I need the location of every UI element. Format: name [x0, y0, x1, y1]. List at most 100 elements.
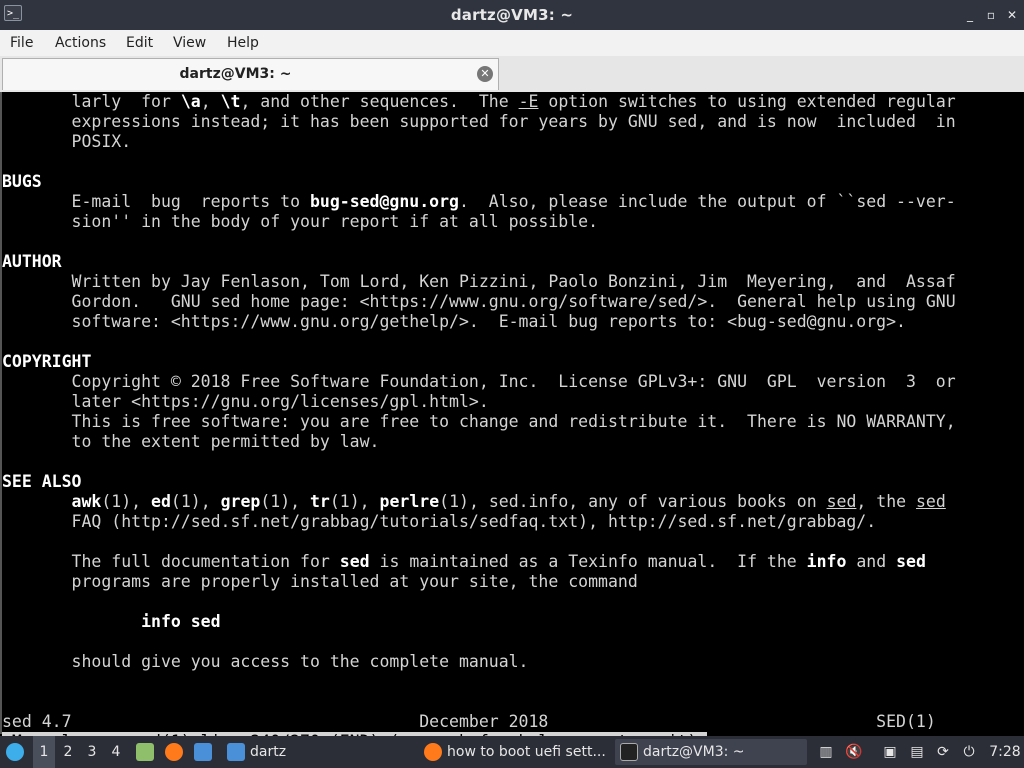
terminal-text: (1),: [101, 492, 152, 511]
menu-view[interactable]: View: [173, 30, 206, 56]
terminal-text: AUTHOR: [2, 252, 62, 271]
desktop-icon[interactable]: [194, 743, 212, 761]
terminal-line: to the extent permitted by law.: [2, 432, 380, 452]
taskbar: 1 2 3 4 dartz how to boot uefi sett... d…: [0, 736, 1024, 768]
terminal-text: info: [806, 552, 847, 571]
firefox-launcher-icon[interactable]: [165, 743, 183, 761]
terminal-line: BUGS: [2, 172, 42, 192]
terminal-text: sed: [896, 552, 926, 571]
tab-close-icon[interactable]: ✕: [477, 66, 493, 82]
terminal-line: programs are properly installed at your …: [2, 572, 638, 592]
clipboard-icon[interactable]: ▥: [817, 743, 835, 761]
terminal-line: POSIX.: [2, 132, 132, 152]
terminal-line: Gordon. GNU sed home page: <https://www.…: [2, 292, 956, 312]
terminal-text: sed: [916, 492, 946, 511]
terminal-line: sed 4.7 December 2018 SED(1): [2, 712, 936, 732]
volume-muted-icon[interactable]: 🔇: [845, 743, 863, 761]
terminal-line: Written by Jay Fenlason, Tom Lord, Ken P…: [2, 272, 956, 292]
terminal-text: Gordon. GNU sed home page: <https://www.…: [2, 292, 956, 311]
terminal-text: (1),: [329, 492, 380, 511]
terminal-text: FAQ (http://sed.sf.net/grabbag/tutorials…: [2, 512, 877, 531]
workspace-3[interactable]: 3: [81, 736, 103, 768]
menu-edit[interactable]: Edit: [126, 30, 153, 56]
terminal-line: awk(1), ed(1), grep(1), tr(1), perlre(1)…: [2, 492, 946, 512]
terminal-line: later <https://gnu.org/licenses/gpl.html…: [2, 392, 489, 412]
terminal-text: larly for: [2, 92, 181, 111]
tab-label: dartz@VM3: ~: [179, 66, 292, 82]
terminal-text: , and other sequences. The: [240, 92, 519, 111]
power-icon[interactable]: ⏻: [960, 743, 978, 761]
clock[interactable]: 7:28: [988, 736, 1022, 768]
terminal-text: The full documentation for: [2, 552, 340, 571]
menu-file[interactable]: File: [10, 30, 33, 56]
terminal-line: FAQ (http://sed.sf.net/grabbag/tutorials…: [2, 512, 877, 532]
terminal-line: The full documentation for sed is mainta…: [2, 552, 926, 572]
terminal-text: grep: [220, 492, 261, 511]
terminal-line: E-mail bug reports to bug-sed@gnu.org. A…: [2, 192, 956, 212]
close-button[interactable]: ✕: [1004, 7, 1020, 23]
terminal-text: and: [846, 552, 897, 571]
workspace-1[interactable]: 1: [33, 736, 55, 768]
terminal-line: should give you access to the complete m…: [2, 652, 529, 672]
terminal-text: programs are properly installed at your …: [2, 572, 638, 591]
task-file-manager[interactable]: dartz: [222, 739, 412, 765]
terminal-text: This is free software: you are free to c…: [2, 412, 956, 431]
terminal-line: Copyright © 2018 Free Software Foundatio…: [2, 372, 956, 392]
terminal-text: \t: [220, 92, 241, 111]
task-terminal[interactable]: dartz@VM3: ~: [615, 739, 807, 765]
terminal-text: . Also, please include the output of ``s…: [458, 192, 956, 211]
terminal-text: sed: [339, 552, 370, 571]
terminal-text: Copyright © 2018 Free Software Foundatio…: [2, 372, 956, 391]
terminal-line: AUTHOR: [2, 252, 62, 272]
task-firefox[interactable]: how to boot uefi sett...: [419, 739, 612, 765]
terminal-line: expressions instead; it has been support…: [2, 112, 956, 132]
update-icon[interactable]: ⟳: [934, 743, 952, 761]
terminal-text: ed: [151, 492, 171, 511]
window-titlebar[interactable]: >_ dartz@VM3: ~ _ ▫ ✕: [0, 0, 1024, 30]
menu-bar: File Actions Edit View Help: [0, 30, 1024, 56]
terminal-text: tr: [310, 492, 330, 511]
menu-help[interactable]: Help: [227, 30, 259, 56]
app-menu-icon[interactable]: [6, 743, 24, 761]
menu-actions[interactable]: Actions: [55, 30, 106, 56]
workspace-4[interactable]: 4: [105, 736, 127, 768]
terminal-line: This is free software: you are free to c…: [2, 412, 956, 432]
tab-bar: dartz@VM3: ~ ✕: [0, 56, 1024, 93]
terminal-text: should give you access to the complete m…: [2, 652, 529, 671]
terminal-text: (1), sed.info, any of various books on: [439, 492, 827, 511]
workspace-2[interactable]: 2: [57, 736, 79, 768]
terminal-text: -E: [518, 92, 539, 111]
network-icon[interactable]: ▣: [881, 743, 899, 761]
terminal-text: is maintained as a Texinfo manual. If th…: [369, 552, 807, 571]
task-label: how to boot uefi sett...: [447, 744, 606, 760]
window-title: dartz@VM3: ~: [450, 6, 574, 24]
minimize-button[interactable]: _: [962, 7, 978, 23]
terminal-text: ,: [200, 92, 221, 111]
tab-terminal[interactable]: dartz@VM3: ~ ✕: [2, 58, 499, 90]
folder-icon: [227, 743, 245, 761]
terminal-line: sion'' in the body of your report if at …: [2, 212, 599, 232]
terminal-output[interactable]: larly for \a, \t, and other sequences. T…: [0, 92, 1024, 751]
notes-icon[interactable]: ▤: [908, 743, 926, 761]
terminal-text: BUGS: [2, 172, 42, 191]
terminal-text: option switches to using extended regula…: [538, 92, 956, 111]
terminal-text: Written by Jay Fenlason, Tom Lord, Ken P…: [2, 272, 956, 291]
terminal-text: expressions instead; it has been support…: [2, 112, 956, 131]
file-manager-launcher-icon[interactable]: [136, 743, 154, 761]
terminal-text: (1),: [170, 492, 221, 511]
terminal-line: larly for \a, \t, and other sequences. T…: [2, 92, 956, 112]
terminal-line: COPYRIGHT: [2, 352, 91, 372]
terminal-text: , the: [856, 492, 916, 511]
terminal-text: bug-sed@gnu.org: [309, 192, 459, 211]
maximize-button[interactable]: ▫: [983, 7, 999, 23]
task-label: dartz: [250, 744, 287, 760]
terminal-text: E-mail bug reports to: [2, 192, 310, 211]
terminal-text: (1),: [260, 492, 310, 511]
terminal-text: later <https://gnu.org/licenses/gpl.html…: [2, 392, 489, 411]
terminal-text: COPYRIGHT: [2, 352, 92, 371]
firefox-icon: [424, 743, 442, 761]
task-label: dartz@VM3: ~: [643, 744, 745, 760]
terminal-line: info sed: [2, 612, 220, 632]
